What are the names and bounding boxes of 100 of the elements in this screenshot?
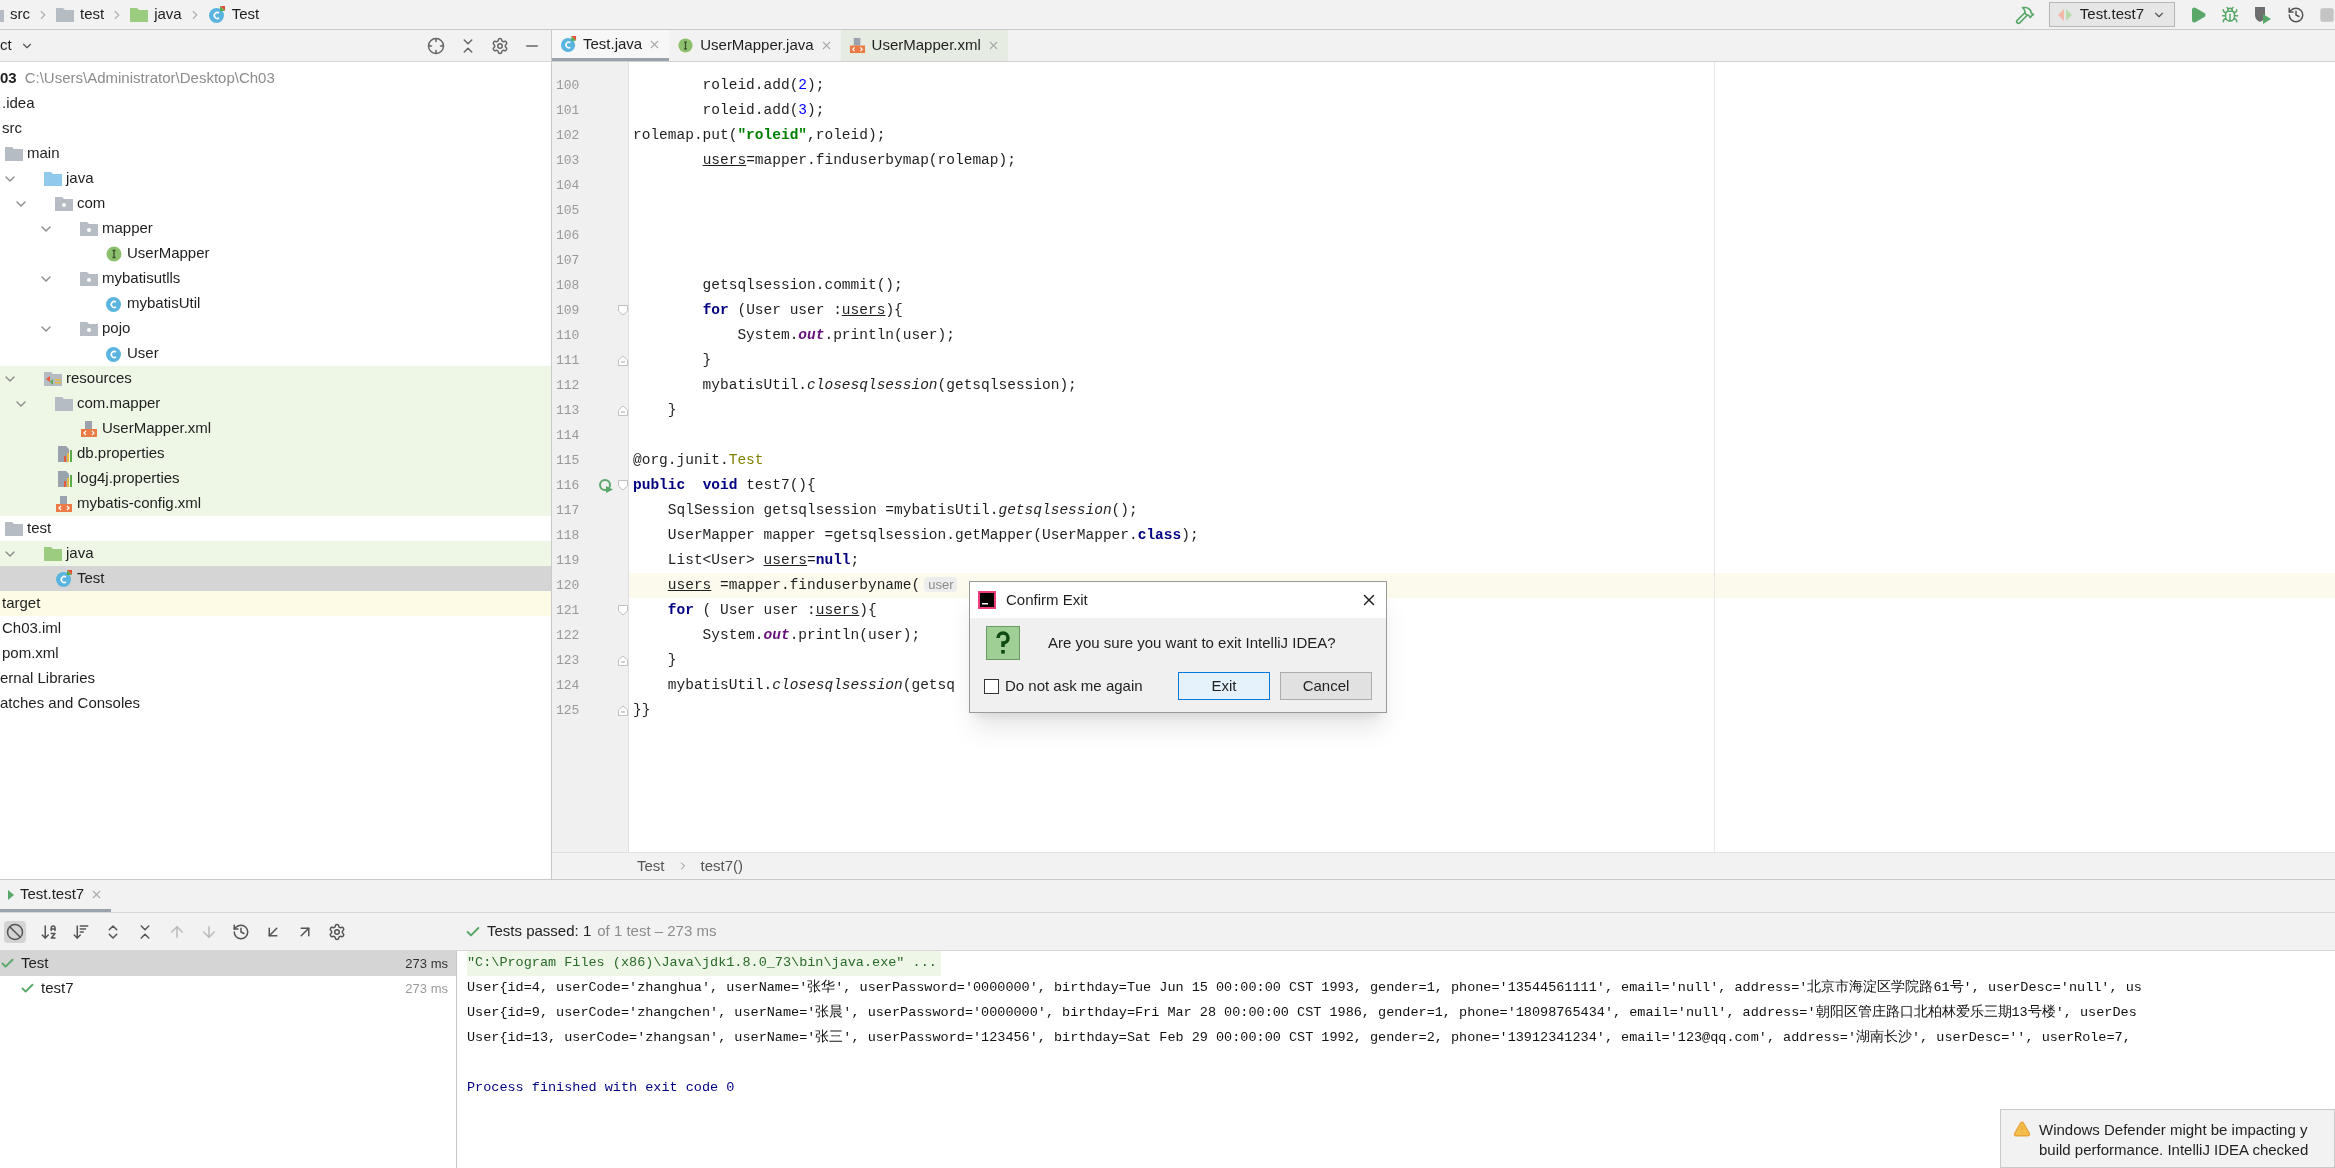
console-command: "C:\Program Files (x86)\Java\jdk1.8.0_73\bin\java.exe" ... [467,951,941,976]
breadcrumb-item[interactable]: test7() [700,854,744,878]
tree-item[interactable]: java [0,166,551,191]
tree-item[interactable]: atches and Consoles [0,691,551,716]
line-number: 105 [555,201,581,220]
editor-tab[interactable]: UserMapper.xml [840,30,1008,61]
folder-icon [130,7,149,22]
tree-item[interactable]: Ch03.iml [0,616,551,641]
config-icon [2057,8,2072,21]
tree-item[interactable]: pom.xml [0,641,551,666]
fold-icon[interactable] [617,705,628,716]
tree-item[interactable]: java [0,541,551,566]
checkbox[interactable]: Do not ask me again [984,674,1168,698]
code-line: for (User user :users){ [701,300,903,320]
code-line: }} [633,700,651,720]
sort-duration-icon[interactable] [72,922,90,941]
tree-item[interactable]: target [0,591,551,616]
tree-item[interactable]: db.properties [0,441,551,466]
tree-item[interactable]: 03 C:\Users\Administrator\Desktop\Ch03 [0,66,551,91]
code-line: List<User> users=null; [666,550,860,570]
breadcrumb-item[interactable]: Test [231,3,260,26]
tree-item[interactable]: test [0,516,551,541]
stop-icon[interactable] [6,922,24,941]
breadcrumb-item[interactable]: test [80,3,105,26]
bug-icon[interactable] [2221,5,2239,24]
code-line: } [701,350,712,370]
code-line: for ( User user :users){ [666,600,877,620]
test-duration: 273 ms [405,979,448,998]
tree-item[interactable]: log4j.properties [0,466,551,491]
line-number: 112 [555,376,581,395]
tree-item[interactable]: src [0,116,551,141]
check-icon [0,956,15,971]
class-icon [105,294,123,313]
fold-icon[interactable] [617,655,628,666]
fold-icon[interactable] [617,605,628,616]
folder-icon [44,546,62,561]
console-line: User{id=9, userCode='zhangchen', userName='张晨', userPassword='0000000', birthday=Fri Mar 28 00:00:00 CST 1986, gender=1, phone='18098765434', email='null', address='朝阳区管庄路口北柏林爱乐三期13号楼', userDes [467,1003,2137,1023]
class-icon [560,35,577,53]
line-number: 124 [555,676,581,695]
tree-item[interactable]: resources [0,366,551,391]
code-line: } [666,400,677,420]
tree-item[interactable]: ernal Libraries [0,666,551,691]
line-number: 100 [555,76,581,95]
settings-icon[interactable] [328,922,346,941]
tree-item[interactable]: Test [0,566,551,591]
tree-item[interactable]: UserMapper.xml [0,416,551,441]
tree-item[interactable]: main [0,141,551,166]
dialog-button[interactable]: Cancel [1280,672,1372,700]
check-icon [20,981,35,996]
line-number: 118 [555,526,581,545]
shield-play-icon[interactable] [2253,4,2273,25]
tree-item[interactable]: mybatis-config.xml [0,491,551,516]
dialog-button[interactable]: Exit [1178,672,1270,700]
test-item[interactable]: test7 273 ms [0,976,456,1001]
locate-icon[interactable] [427,36,445,55]
tree-item[interactable]: com.mapper [0,391,551,416]
code-line: mybatisUtil.closesqlsession(getsq [666,675,955,695]
fold-icon[interactable] [617,305,628,316]
dialog-title: Confirm Exit [1006,589,1089,610]
tree-item[interactable]: User [0,341,551,366]
line-number: 101 [555,101,581,120]
settings-icon[interactable] [491,36,509,55]
properties-file-icon [55,469,73,488]
breadcrumb-item[interactable]: src [10,3,30,26]
dialog-message: Are you sure you want to exit IntelliJ IDEA? [1048,632,1336,653]
code-line: System.out.println(user); [701,625,921,645]
run-test-icon[interactable] [598,477,615,494]
tree-item[interactable]: .idea [0,91,551,116]
tree-item[interactable]: mybatisUtil [0,291,551,316]
profiler-icon[interactable] [2287,5,2305,24]
project-path: C:\Users\Administrator\Desktop\Ch03 [24,68,275,89]
folder-icon [80,221,98,236]
editor-tab[interactable]: Test.java [552,30,670,61]
history-icon[interactable] [232,922,250,941]
line-number: 106 [555,226,581,245]
tree-item[interactable]: UserMapper [0,241,551,266]
line-number: 111 [555,351,581,370]
breadcrumb-item[interactable]: Test [637,854,665,878]
tree-item[interactable]: mapper [0,216,551,241]
build-hammer-icon[interactable] [2014,4,2035,25]
test-summary: of 1 test – 273 ms [597,921,717,942]
tree-item[interactable]: pojo [0,316,551,341]
code-line: roleid.add(2); [701,75,825,95]
line-number: 116 [555,476,581,495]
fold-icon[interactable] [617,480,628,491]
test-item[interactable]: Test 273 ms [0,951,456,976]
fold-icon[interactable] [617,405,628,416]
sort-alphabetical-icon[interactable] [40,922,58,941]
folder-icon [80,321,98,336]
run-config-dropdown[interactable]: Test.test7 [2048,2,2175,27]
line-number: 114 [555,426,581,445]
editor-tab[interactable]: UserMapper.java [669,30,841,61]
line-number: 117 [555,501,581,520]
line-number: 113 [555,401,581,420]
tree-item[interactable]: com [0,191,551,216]
tree-item[interactable]: mybatisutlls [0,266,551,291]
run-icon[interactable] [2189,5,2207,24]
panel-title[interactable]: ct [0,34,12,57]
breadcrumb-item[interactable]: java [154,3,182,26]
fold-icon[interactable] [617,355,628,366]
